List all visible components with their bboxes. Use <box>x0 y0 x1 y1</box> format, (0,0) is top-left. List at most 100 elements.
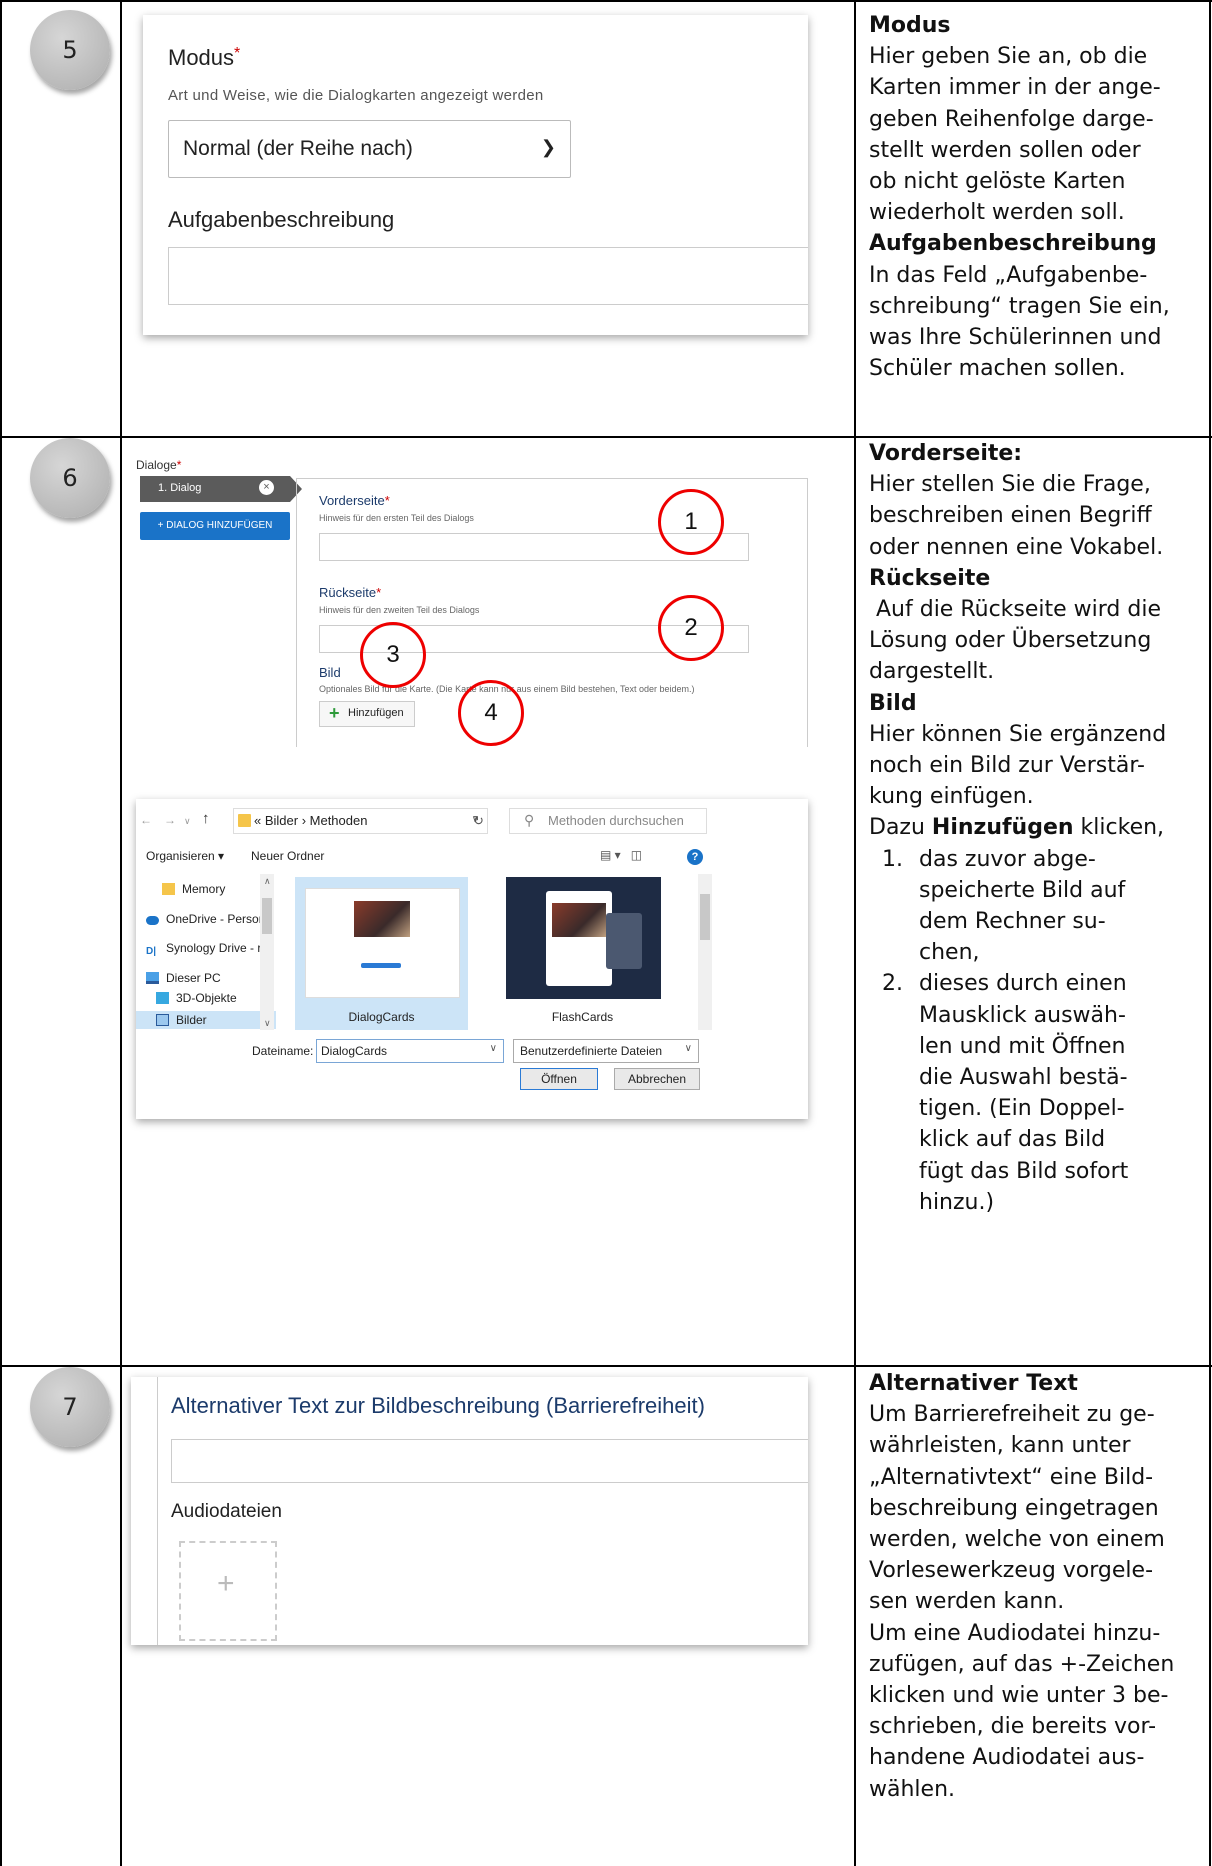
desc-line: währleisten, kann unter <box>869 1433 1131 1459</box>
task-input[interactable] <box>168 247 808 305</box>
callout-circle-4: 4 <box>458 680 524 746</box>
open-button[interactable]: Öffnen <box>520 1068 598 1090</box>
mode-label: Modus* <box>168 45 241 70</box>
scroll-up-arrow-icon[interactable]: ∧ <box>264 876 271 887</box>
filename-input[interactable]: DialogCards ∨ <box>316 1039 504 1063</box>
desc-line: wiederholt werden soll. <box>869 200 1125 226</box>
folder-icon <box>238 814 251 827</box>
dialog-tab[interactable]: 1. Dialog × <box>140 476 302 502</box>
desc-line: stellt werden sollen oder <box>869 137 1141 163</box>
scrollbar-thumb[interactable] <box>700 894 710 940</box>
table-row-divider-2 <box>0 1365 1212 1367</box>
plus-icon: + <box>217 1567 235 1600</box>
desc-line: Hier stellen Sie die Frage, <box>869 472 1151 498</box>
refresh-icon[interactable]: ↻ <box>473 813 484 829</box>
up-arrow-icon[interactable]: ↑ <box>202 810 210 827</box>
tree-scrollbar[interactable] <box>260 874 274 1030</box>
add-image-button[interactable]: + Hinzufügen <box>319 701 415 727</box>
desc-heading: Vorderseite: <box>869 441 1023 466</box>
filename-label: Dateiname: <box>252 1044 314 1058</box>
dialog-tab-label: 1. Dialog <box>158 482 202 494</box>
search-placeholder: Methoden durchsuchen <box>548 813 684 828</box>
help-icon[interactable]: ? <box>687 849 703 865</box>
tree-item-3d-objects[interactable]: 3D-Objekte <box>156 991 237 1005</box>
desc-line: was Ihre Schülerinnen und <box>869 325 1162 351</box>
file-name-flashcards[interactable]: FlashCards <box>496 1010 669 1024</box>
front-label: Vorderseite* <box>319 493 390 508</box>
desc-line: Um eine Audiodatei hinzu- <box>869 1620 1161 1646</box>
add-dialog-button[interactable]: + DIALOG HINZUFÜGEN <box>140 512 290 540</box>
tree-item-onedrive[interactable]: OneDrive - Persor <box>146 912 263 926</box>
address-bar[interactable]: « Bilder › Methoden ∨ <box>233 808 488 834</box>
row6-description: Vorderseite: Hier stellen Sie die Frage,… <box>869 438 1212 1218</box>
alt-text-input[interactable] <box>171 1439 808 1483</box>
view-options-icon[interactable]: ▤ ▾ ◫ <box>600 848 642 862</box>
file-list: DialogCards FlashCards <box>278 874 714 1030</box>
recent-locations-icon[interactable]: ∨ <box>184 816 191 827</box>
panel-border <box>157 1377 158 1645</box>
desc-line: noch ein Bild zur Verstär- <box>869 753 1145 779</box>
scroll-down-arrow-icon[interactable]: ∨ <box>264 1018 271 1029</box>
mode-select-value: Normal (der Reihe nach) <box>183 137 413 160</box>
chevron-down-icon[interactable]: ∨ <box>490 1043 497 1054</box>
desc-line: Dazu Hinzufügen klicken, <box>869 815 1165 841</box>
desc-line: Karten immer in der ange- <box>869 75 1161 101</box>
mode-select[interactable]: Normal (der Reihe nach) ❯ <box>168 120 571 178</box>
close-icon[interactable]: × <box>259 480 274 495</box>
card-shape <box>606 913 642 969</box>
audio-upload-dropzone[interactable]: + <box>179 1541 277 1641</box>
file-name-dialogcards[interactable]: DialogCards <box>295 1010 468 1024</box>
desc-line: Hier geben Sie an, ob die <box>869 44 1148 70</box>
file-dialog-screenshot: ← → ∨ ↑ « Bilder › Methoden ∨ ↻ ⚲ Method… <box>136 799 808 1119</box>
required-mark: * <box>234 45 241 62</box>
list-text: das zuvor abge- speicherte Bild auf dem … <box>919 846 1126 966</box>
search-input[interactable]: ⚲ Methoden durchsuchen <box>509 808 707 834</box>
desc-heading: Modus <box>869 13 951 38</box>
step-number-badge: 6 <box>30 438 110 518</box>
search-icon: ⚲ <box>524 812 535 828</box>
organize-menu[interactable]: Organisieren ▾ <box>146 849 224 863</box>
desc-line: kung einfügen. <box>869 784 1034 810</box>
desc-line: „Alternativtext“ eine Bild- <box>869 1464 1154 1490</box>
computer-icon <box>146 972 159 984</box>
desc-line: beschreibung eingetragen <box>869 1495 1159 1521</box>
audio-label: Audiodateien <box>171 1501 282 1522</box>
desc-line: schrieben, die bereits vor- <box>869 1714 1157 1740</box>
new-folder-button[interactable]: Neuer Ordner <box>251 849 324 863</box>
desc-line: schreibung“ tragen Sie ein, <box>869 293 1170 319</box>
desc-line: Vorlesewerkzeug vorgele- <box>869 1558 1154 1584</box>
callout-circle-3: 3 <box>360 622 426 688</box>
desc-line: handene Audiodatei aus- <box>869 1745 1145 1771</box>
tree-item-pictures[interactable]: Bilder <box>156 1013 207 1027</box>
image-label: Bild <box>319 665 341 680</box>
filename-value: DialogCards <box>321 1044 388 1058</box>
cancel-button[interactable]: Abbrechen <box>614 1068 700 1090</box>
chevron-down-icon: ❯ <box>540 137 556 157</box>
desc-line: Hier können Sie ergänzend <box>869 721 1167 747</box>
modus-screenshot: Modus* Art und Weise, wie die Dialogkart… <box>143 15 808 335</box>
back-label: Rückseite* <box>319 585 382 600</box>
photo-thumbnail <box>552 903 606 937</box>
desc-line: dargestellt. <box>869 659 995 685</box>
desc-line: beschreiben einen Begriff <box>869 503 1152 529</box>
required-mark: * <box>176 458 182 472</box>
file-thumbnail-dialogcards[interactable] <box>305 888 460 998</box>
filetype-select[interactable]: Benutzerdefinierte Dateien ∨ <box>513 1039 699 1063</box>
step-number-badge: 5 <box>30 10 110 90</box>
dialog-form: Vorderseite* Hinweis für den ersten Teil… <box>296 478 808 747</box>
file-list-scrollbar[interactable] <box>698 874 712 1030</box>
table-border-left <box>0 0 2 1866</box>
file-thumbnail-flashcards[interactable] <box>506 877 661 999</box>
tree-item-synology[interactable]: D| Synology Drive - r <box>146 941 261 958</box>
task-label: Aufgabenbeschreibung <box>168 207 395 232</box>
back-arrow-icon[interactable]: ← <box>140 813 152 827</box>
desc-line: ob nicht gelöste Karten <box>869 169 1126 195</box>
scrollbar-thumb[interactable] <box>262 898 272 934</box>
table-col-divider-1 <box>120 0 122 1866</box>
tree-item-memory[interactable]: Memory <box>162 882 225 896</box>
tree-item-this-pc[interactable]: Dieser PC <box>146 971 221 985</box>
desc-line: werden, welche von einem <box>869 1527 1165 1553</box>
pictures-icon <box>156 1014 169 1026</box>
list-item: 2. dieses durch einen Mausklick auswäh- … <box>869 968 1212 1218</box>
forward-arrow-icon[interactable]: → <box>164 813 176 827</box>
